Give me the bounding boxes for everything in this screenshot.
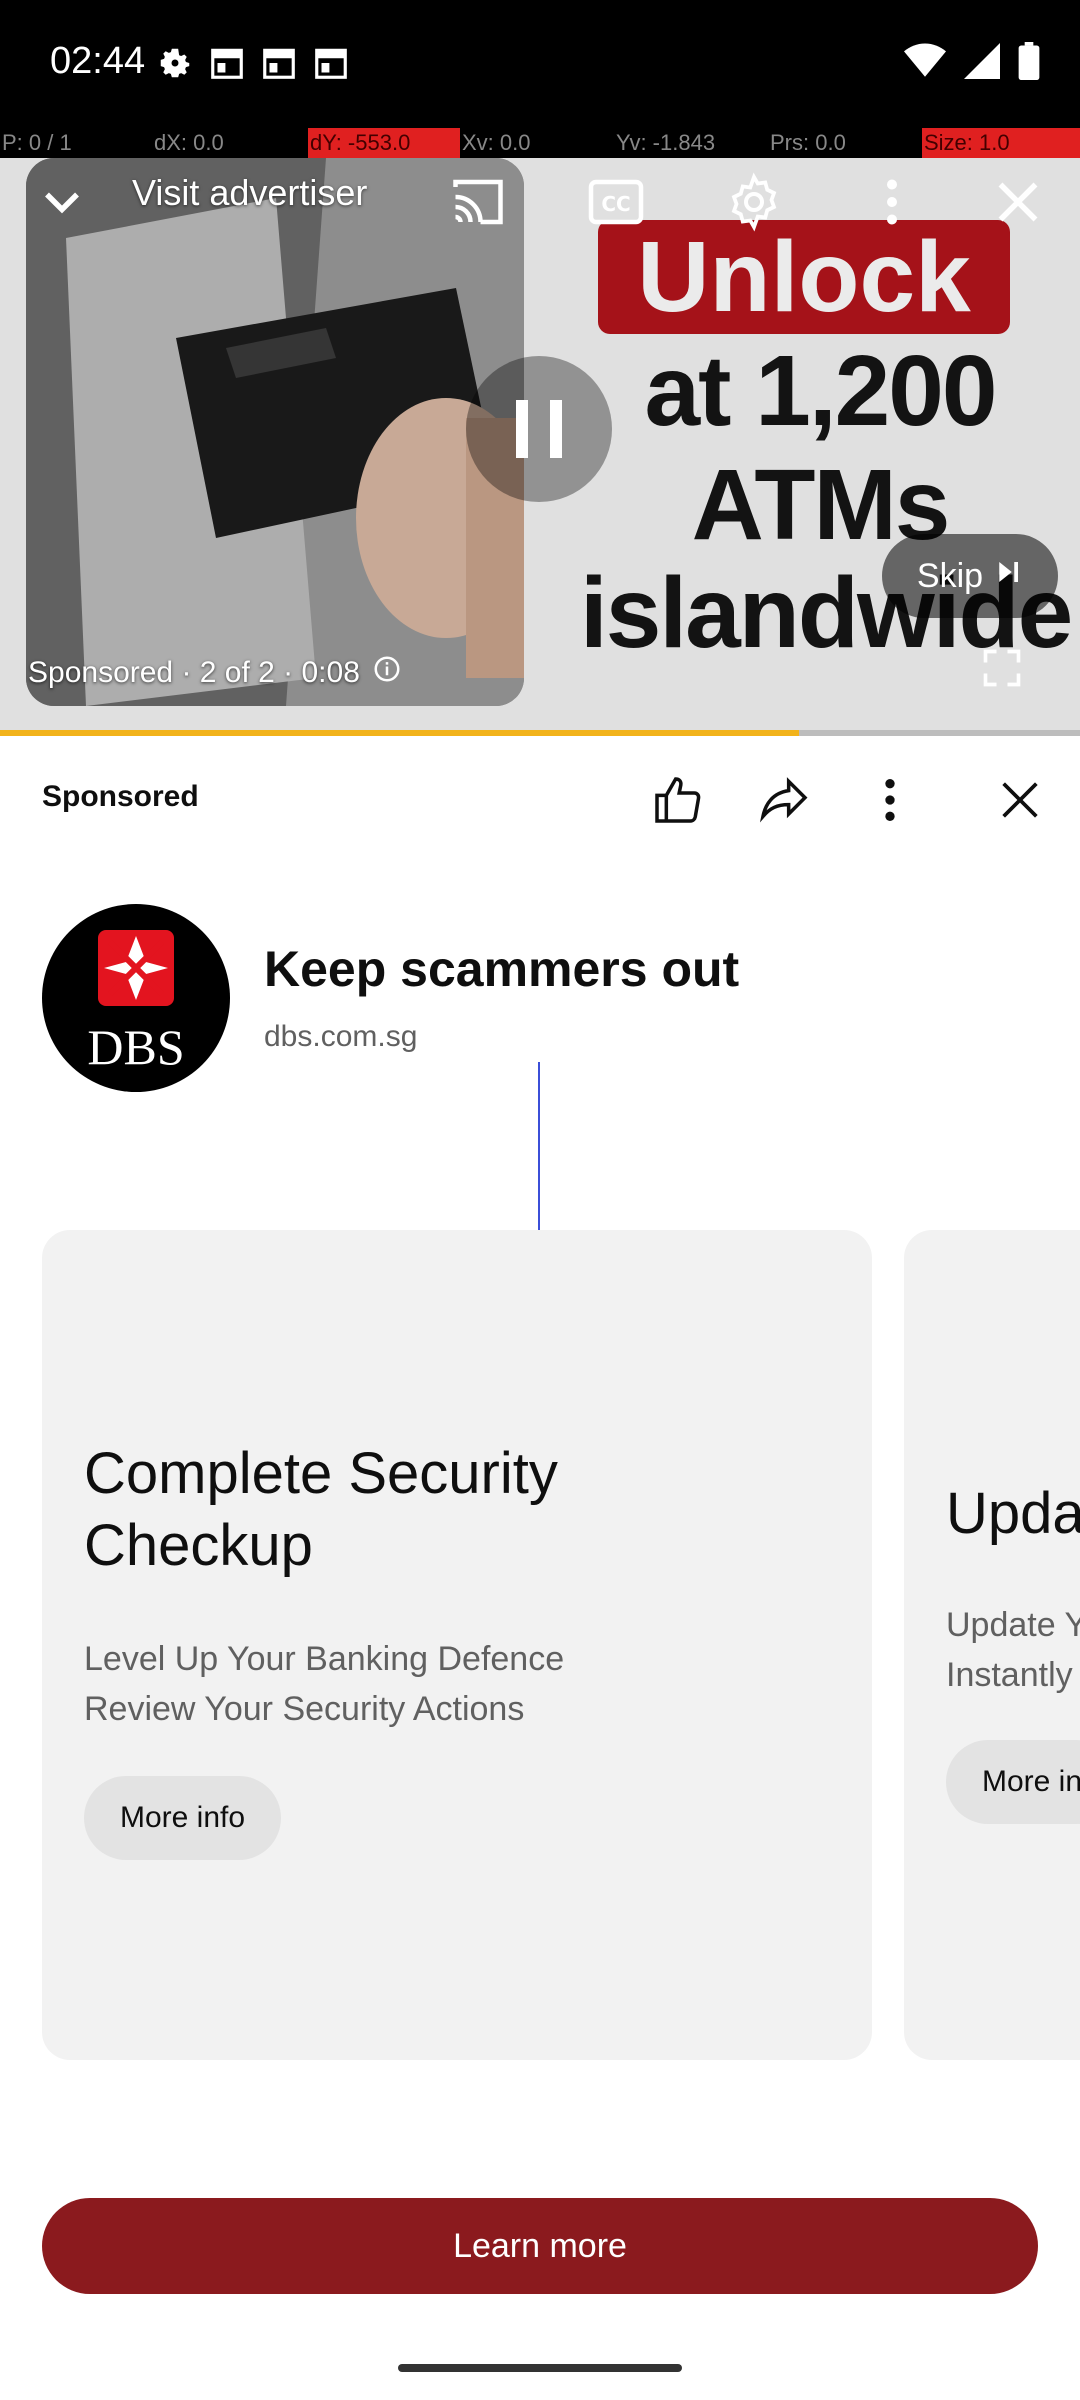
- sponsored-info-text: Sponsored · 2 of 2 · 0:08: [28, 656, 360, 689]
- advertiser-header[interactable]: DBS Keep scammers out dbs.com.sg: [0, 900, 1080, 1092]
- card-title: Upda: [946, 1481, 1080, 1546]
- info-card[interactable]: Complete Security Checkup Level Up Your …: [42, 1230, 872, 2060]
- skip-label: Skip: [916, 556, 984, 595]
- progress-fill: [0, 730, 800, 736]
- debug-xv: Xv: 0.0: [460, 128, 614, 158]
- calendar-icon: [312, 44, 350, 82]
- gesture-nav-bar[interactable]: [398, 2364, 682, 2372]
- advertiser-title: Keep scammers out: [264, 941, 740, 997]
- debug-pointer: P: 0 / 1: [0, 128, 152, 158]
- status-time: 02:44: [50, 40, 146, 82]
- card-description: Update Y Instantly: [946, 1606, 1080, 1694]
- calendar-icon: [260, 44, 298, 82]
- debug-prs: Prs: 0.0: [768, 128, 922, 158]
- dbs-logo: DBS: [42, 904, 230, 1092]
- sponsored-label: Sponsored: [42, 780, 199, 813]
- video-player[interactable]: Unlock at 1,200 ATMs islandwide Visit ad…: [0, 158, 1080, 732]
- like-icon[interactable]: [650, 772, 706, 828]
- info-icon[interactable]: [372, 654, 402, 692]
- wifi-icon: [904, 43, 946, 84]
- sponsored-info: Sponsored · 2 of 2 · 0:08: [28, 654, 402, 692]
- fullscreen-icon[interactable]: [980, 646, 1024, 690]
- signal-icon: [964, 43, 1000, 84]
- advertiser-domain: dbs.com.sg: [264, 1020, 418, 1053]
- battery-icon: [1018, 42, 1040, 85]
- debug-size: Size: 1.0: [922, 128, 1080, 158]
- status-bar: 02:44: [0, 0, 1080, 128]
- chevron-down-icon[interactable]: [32, 172, 92, 232]
- more-info-button[interactable]: More info: [84, 1776, 282, 1860]
- more-vert-icon[interactable]: [862, 172, 922, 232]
- settings-icon: [156, 44, 194, 82]
- skip-ad-button[interactable]: Skip: [882, 534, 1058, 618]
- player-top-controls: Visit advertiser CC: [0, 158, 1080, 248]
- pointer-debug-bar: P: 0 / 1 dX: 0.0 dY: -553.0 Xv: 0.0 Yv: …: [0, 128, 1080, 158]
- debug-yv: Yv: -1.843: [614, 128, 768, 158]
- info-card[interactable]: Upda Update Y Instantly More in: [904, 1230, 1080, 2060]
- learn-more-button[interactable]: Learn more: [42, 2198, 1038, 2294]
- cast-icon[interactable]: [448, 172, 508, 232]
- pause-button[interactable]: [466, 356, 612, 502]
- svg-text:CC: CC: [601, 192, 630, 216]
- more-vert-icon[interactable]: [862, 772, 918, 828]
- card-title: Complete Security Checkup: [84, 1441, 558, 1578]
- ad-panel-header: Sponsored: [0, 750, 1080, 850]
- close-icon[interactable]: [988, 172, 1048, 232]
- debug-dx: dX: 0.0: [152, 128, 308, 158]
- skip-next-icon: [993, 557, 1023, 596]
- captions-icon[interactable]: CC: [586, 172, 646, 232]
- dbs-logo-text: DBS: [87, 1019, 184, 1075]
- close-icon[interactable]: [992, 772, 1048, 828]
- more-info-button[interactable]: More in: [946, 1740, 1080, 1824]
- card-description: Level Up Your Banking Defence Review You…: [84, 1640, 565, 1728]
- settings-icon[interactable]: [724, 172, 784, 232]
- visit-advertiser-link[interactable]: Visit advertiser: [132, 172, 367, 214]
- debug-dy: dY: -553.0: [308, 128, 460, 158]
- calendar-icon: [208, 44, 246, 82]
- share-icon[interactable]: [756, 772, 812, 828]
